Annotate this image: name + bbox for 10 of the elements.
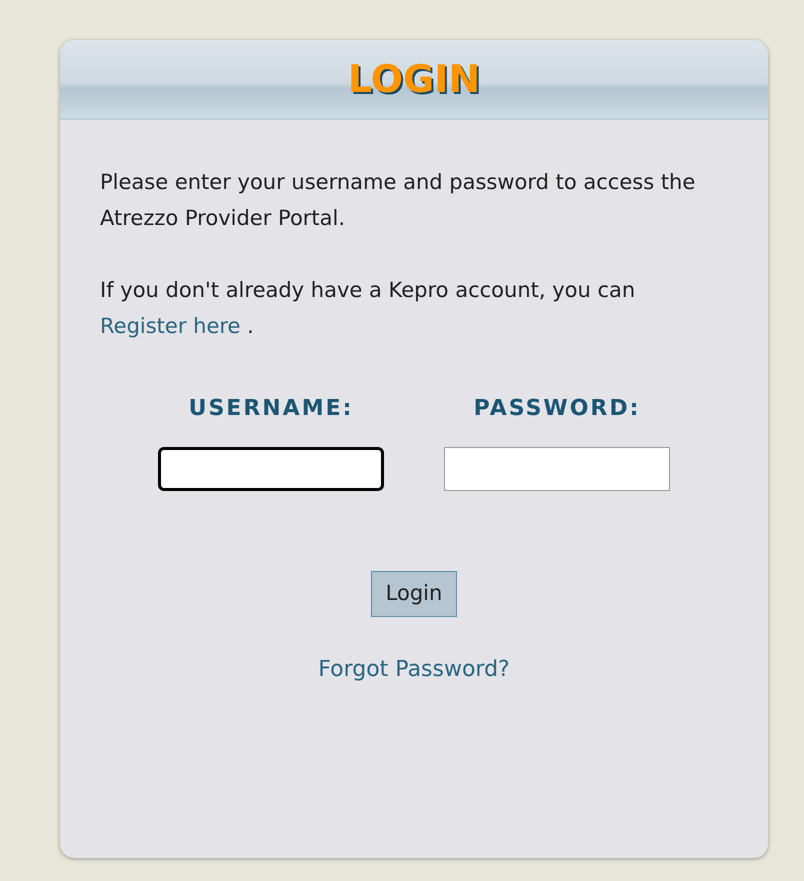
register-prompt: If you don't already have a Kepro account, you can Register here .: [100, 277, 636, 340]
panel-title: LOGIN: [348, 60, 480, 98]
register-link[interactable]: Register here: [100, 314, 240, 338]
input-field[interactable]: [158, 447, 384, 491]
intro-text: Please enter your username and password to access the Atrezzo Provider Portal.: [100, 169, 696, 232]
input-field[interactable]: [444, 447, 670, 491]
login-button[interactable]: Login: [370, 571, 458, 617]
field-label: PASSWORD:: [474, 395, 640, 423]
forgot-password-link[interactable]: Forgot Password?: [318, 653, 510, 686]
field-label: USERNAME:: [188, 395, 354, 423]
